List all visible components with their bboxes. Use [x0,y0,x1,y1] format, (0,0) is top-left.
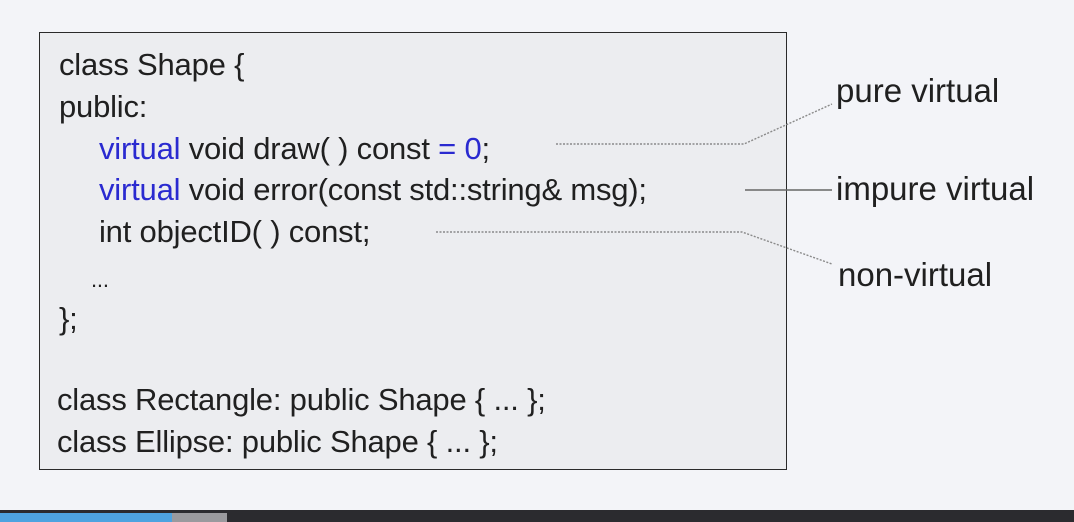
code-line-ellipsis: ... [91,267,109,292]
code-line-draw: virtual void draw( ) const = 0; [99,131,490,167]
player-buffer-bar [171,513,227,522]
code-line-class-shape: class Shape { [59,47,245,82]
player-progress-fill[interactable] [0,513,172,522]
code-line-ellipse: class Ellipse: public Shape { ... }; [57,424,498,459]
code-error-signature: void error(const std::string& msg); [180,172,647,207]
code-semicolon: ; [481,131,491,166]
pure-specifier: = 0 [438,131,482,166]
code-line-rectangle: class Rectangle: public Shape { ... }; [57,382,546,417]
annotation-impure-virtual: impure virtual [836,170,1035,207]
code-line-public: public: [59,89,148,124]
code-line-close-brace: }; [59,301,78,336]
keyword-virtual: virtual [99,131,181,166]
code-line-objectid: int objectID( ) const; [99,214,371,249]
code-draw-signature: void draw( ) const [180,131,439,166]
slide: class Shape { public: virtual void draw(… [0,0,1074,510]
code-line-error: virtual void error(const std::string& ms… [99,172,647,208]
annotation-pure-virtual: pure virtual [836,72,1000,109]
annotation-non-virtual: non-virtual [838,256,993,293]
keyword-virtual: virtual [99,172,181,207]
